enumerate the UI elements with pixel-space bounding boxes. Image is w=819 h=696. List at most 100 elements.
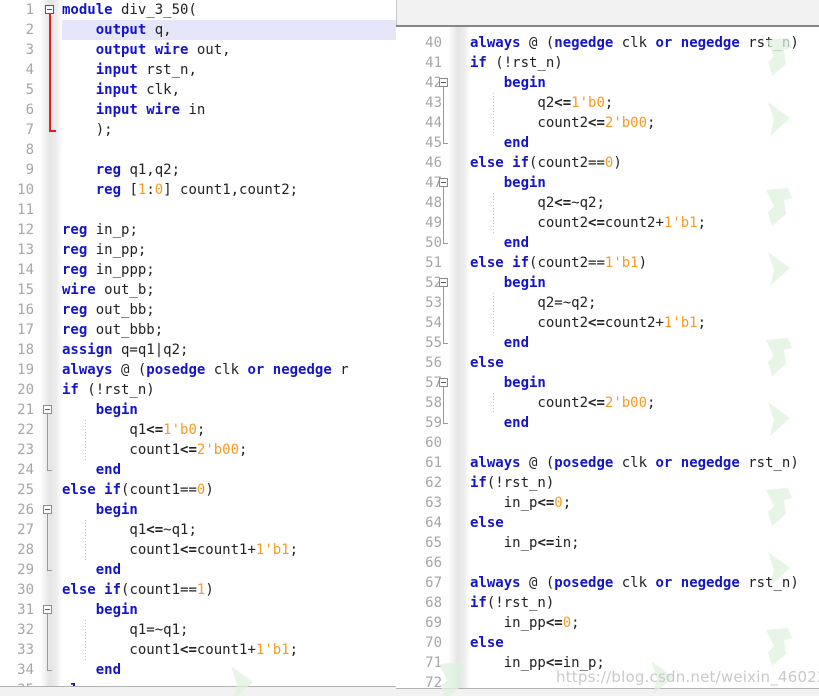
code-line[interactable]: 33 count1<=count1+1'b1; xyxy=(0,640,396,660)
code-line[interactable]: 46 else if(count2==0) xyxy=(396,153,819,173)
code-line[interactable]: 13 reg in_pp; xyxy=(0,240,396,260)
code-line[interactable]: 19 always @ (posedge clk or negedge r xyxy=(0,360,396,380)
code-line[interactable]: 64 else xyxy=(396,513,819,533)
code-token: ; xyxy=(647,115,656,131)
code-token: <= xyxy=(588,215,605,231)
code-token: ; xyxy=(562,495,572,511)
code-line[interactable]: 22 q1<=1'b0; xyxy=(0,420,396,440)
code-line[interactable]: 3 output wire out, xyxy=(0,40,396,60)
code-line[interactable]: 25 else if(count1==0) xyxy=(0,480,396,500)
code-line[interactable]: 9 reg q1,q2; xyxy=(0,160,396,180)
line-number: 71 xyxy=(425,655,442,671)
code-line[interactable]: 52 begin xyxy=(396,273,819,293)
code-line[interactable]: 42 begin xyxy=(396,73,819,93)
code-token: module xyxy=(62,2,113,18)
line-number: 4 xyxy=(25,62,34,78)
code-text: if (!rst_n) xyxy=(470,53,819,73)
code-line[interactable]: 18 assign q=q1|q2; xyxy=(0,340,396,360)
code-line[interactable]: 45 end xyxy=(396,133,819,153)
code-line[interactable]: 10 reg [1:0] count1,count2; xyxy=(0,180,396,200)
code-line[interactable]: 11 xyxy=(0,200,396,220)
code-line[interactable]: 53 q2=~q2; xyxy=(396,293,819,313)
code-token: 0 xyxy=(562,615,572,631)
code-line[interactable]: 29 end xyxy=(0,560,396,580)
code-token: reg xyxy=(62,302,88,318)
code-line[interactable]: 6 input wire in xyxy=(0,100,396,120)
code-token: (!rst_n) xyxy=(486,475,555,491)
line-number: 27 xyxy=(17,522,34,538)
code-token: ) xyxy=(205,582,214,598)
code-line[interactable]: 28 count1<=count1+1'b1; xyxy=(0,540,396,560)
code-line[interactable]: 68 if(!rst_n) xyxy=(396,593,819,613)
code-line[interactable]: 30 else if(count1==1) xyxy=(0,580,396,600)
code-line[interactable]: 23 count1<=2'b00; xyxy=(0,440,396,460)
code-text: begin xyxy=(470,373,819,393)
code-line[interactable]: 58 count2<=2'b00; xyxy=(396,393,819,413)
code-line[interactable]: 16 reg out_bb; xyxy=(0,300,396,320)
code-line[interactable]: 43 q2<=1'b0; xyxy=(396,93,819,113)
code-line[interactable]: 66 xyxy=(396,553,819,573)
code-line[interactable]: 56 else xyxy=(396,353,819,373)
code-token: in xyxy=(180,102,206,118)
code-token: 0 xyxy=(154,182,164,198)
line-number: 58 xyxy=(425,395,442,411)
code-line[interactable]: 12 reg in_p; xyxy=(0,220,396,240)
code-token: end xyxy=(95,562,122,578)
code-line[interactable]: 15 wire out_b; xyxy=(0,280,396,300)
code-line[interactable]: 24 end xyxy=(0,460,396,480)
code-line[interactable]: 44 count2<=2'b00; xyxy=(396,113,819,133)
code-line[interactable]: 70 else xyxy=(396,633,819,653)
code-token: 'b00 xyxy=(205,442,240,458)
code-line[interactable]: 47 begin xyxy=(396,173,819,193)
editor-pane-right[interactable]: 40 always @ (negedge clk or negedge rst_n… xyxy=(396,25,819,689)
code-line[interactable]: 41 if (!rst_n) xyxy=(396,53,819,73)
code-line[interactable]: 50 end xyxy=(396,233,819,253)
code-line[interactable]: 40 always @ (negedge clk or negedge rst_n… xyxy=(396,33,819,53)
editor-pane-left[interactable]: 1 module div_3_50(2 output q, 3 output wir… xyxy=(0,0,397,687)
code-line[interactable]: 7 ); xyxy=(0,120,396,140)
code-line[interactable]: 59 end xyxy=(396,413,819,433)
code-token: clk xyxy=(205,362,248,378)
code-line[interactable]: 26 begin xyxy=(0,500,396,520)
code-line[interactable]: 34 end xyxy=(0,660,396,680)
code-line[interactable]: 69 in_pp<=0; xyxy=(396,613,819,633)
code-text: count2<=2'b00; xyxy=(470,393,819,413)
code-line[interactable]: 54 count2<=count2+1'b1; xyxy=(396,313,819,333)
code-token: 'b00 xyxy=(613,115,648,131)
code-line[interactable]: 17 reg out_bbb; xyxy=(0,320,396,340)
code-token: (!rst_n) xyxy=(486,55,563,71)
code-line[interactable]: 57 begin xyxy=(396,373,819,393)
code-token: <= xyxy=(545,615,563,631)
code-line[interactable]: 60 xyxy=(396,433,819,453)
code-line[interactable]: 21 begin xyxy=(0,400,396,420)
code-line[interactable]: 49 count2<=count2+1'b1; xyxy=(396,213,819,233)
code-token: count2+ xyxy=(604,215,664,231)
code-line[interactable]: 63 in_p<=0; xyxy=(396,493,819,513)
code-line[interactable]: 2 output q, xyxy=(0,20,396,40)
line-number: 15 xyxy=(17,282,34,298)
code-line[interactable]: 55 end xyxy=(396,333,819,353)
code-token: in_p xyxy=(470,495,538,511)
code-line[interactable]: 8 xyxy=(0,140,396,160)
code-line[interactable]: 1 module div_3_50( xyxy=(0,0,396,20)
code-line[interactable]: 48 q2<=~q2; xyxy=(396,193,819,213)
code-line[interactable]: 35 else xyxy=(0,680,396,686)
code-line[interactable]: 27 q1<=~q1; xyxy=(0,520,396,540)
code-line[interactable]: 5 input clk, xyxy=(0,80,396,100)
code-line[interactable]: 14 reg in_ppp; xyxy=(0,260,396,280)
code-line[interactable]: 62 if(!rst_n) xyxy=(396,473,819,493)
code-line[interactable]: 20 if (!rst_n) xyxy=(0,380,396,400)
code-line[interactable]: 32 q1=~q1; xyxy=(0,620,396,640)
code-line[interactable]: 61 always @ (posedge clk or negedge rst_n… xyxy=(396,453,819,473)
code-token: else if xyxy=(470,155,530,171)
code-line[interactable]: 65 in_p<=in; xyxy=(396,533,819,553)
code-line[interactable]: 67 always @ (posedge clk or negedge rst_n… xyxy=(396,573,819,593)
code-line[interactable]: 4 input rst_n, xyxy=(0,60,396,80)
code-token: always xyxy=(470,455,521,471)
code-line[interactable]: 71 in_pp<=in_p; xyxy=(396,653,819,673)
code-line[interactable]: 72 xyxy=(396,673,819,688)
code-line[interactable]: 31 begin xyxy=(0,600,396,620)
code-line[interactable]: 51 else if(count2==1'b1) xyxy=(396,253,819,273)
